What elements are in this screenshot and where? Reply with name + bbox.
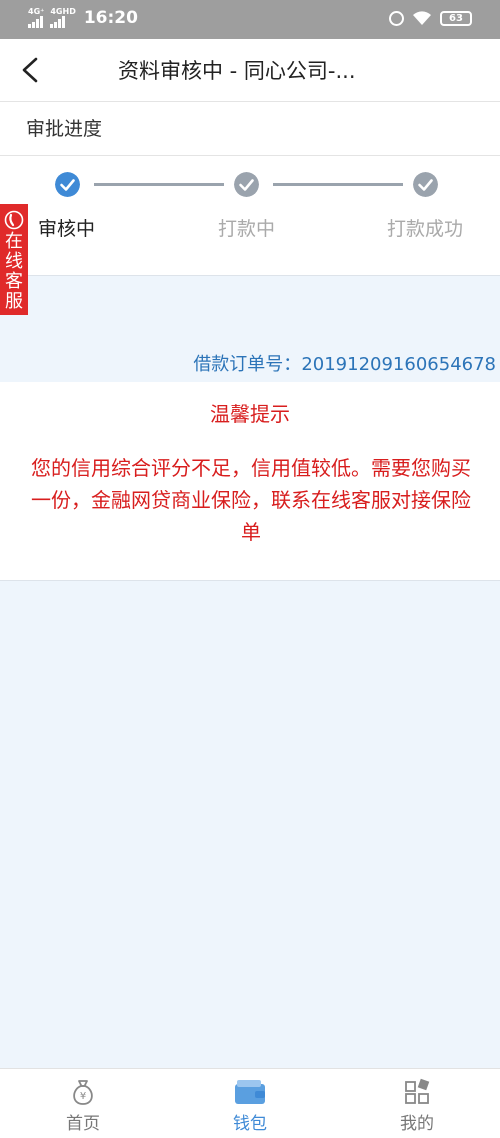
battery-icon: 63 <box>440 10 472 26</box>
wifi-icon <box>413 11 431 25</box>
tab-wallet[interactable]: 钱包 <box>167 1069 333 1138</box>
order-number-label: 借款订单号： <box>193 354 302 375</box>
tab-wallet-label: 钱包 <box>233 1114 267 1134</box>
step-3-label: 打款成功 <box>387 218 464 240</box>
notice-title: 温馨提示 <box>210 402 290 426</box>
cs-char: 服 <box>5 291 23 312</box>
status-bar: 4G⁺ 4GHD 16:20 63 <box>0 0 500 39</box>
step-2-check-icon <box>234 172 259 197</box>
notice-card: 温馨提示 您的信用综合评分不足，信用值较低。需要您购买 一份，金融网贷商业保险，… <box>0 382 500 581</box>
tab-home[interactable]: ¥ 首页 <box>0 1069 166 1138</box>
alarm-icon <box>389 10 404 26</box>
cs-char: 线 <box>5 251 23 272</box>
nav-bar: 资料审核中 - 同心公司-... <box>0 39 500 101</box>
money-bag-icon: ¥ <box>73 1080 93 1105</box>
notice-body: 您的信用综合评分不足，信用值较低。需要您购买 一份，金融网贷商业保险，联系在线客… <box>4 452 498 548</box>
step-1-label: 审核中 <box>38 218 96 240</box>
cs-char: 客 <box>5 271 23 292</box>
phone-icon <box>4 210 24 230</box>
wallet-icon <box>235 1080 265 1104</box>
tab-mine-label: 我的 <box>400 1114 434 1134</box>
notice-line: 您的信用综合评分不足，信用值较低。需要您购买 <box>31 456 471 480</box>
notice-line: 单 <box>241 520 261 544</box>
step-1-check-icon <box>55 172 80 197</box>
cs-char: 在 <box>5 231 23 252</box>
back-arrow-icon[interactable] <box>18 55 46 85</box>
tab-home-label: 首页 <box>66 1114 100 1134</box>
signal-1: 4G⁺ <box>28 8 44 28</box>
status-left: 4G⁺ 4GHD 16:20 <box>28 8 138 28</box>
step-connector <box>94 183 224 186</box>
clock: 16:20 <box>83 8 138 28</box>
signal-bars-icon <box>50 16 66 28</box>
signal-2: 4GHD <box>50 7 76 28</box>
order-number-value: 20191209160654678 <box>301 354 496 375</box>
status-right: 63 <box>389 10 472 26</box>
signal-bars-icon <box>28 16 43 28</box>
order-number-row: 借款订单号：20191209160654678 <box>193 350 496 376</box>
signal-1-label: 4G⁺ <box>28 7 45 16</box>
step-3-check-icon <box>413 172 438 197</box>
battery-level: 63 <box>449 12 463 24</box>
bottom-tab-bar: ¥ 首页 钱包 我的 <box>0 1068 500 1138</box>
step-2-label: 打款中 <box>218 218 276 240</box>
notice-line: 一份，金融网贷商业保险，联系在线客服对接保险 <box>31 488 471 512</box>
step-connector <box>273 183 403 186</box>
grid-icon <box>405 1078 430 1104</box>
page-title: 资料审核中 - 同心公司-... <box>118 59 356 83</box>
approval-progress: 审核中 打款中 打款成功 <box>0 156 500 276</box>
svg-text:¥: ¥ <box>80 1091 86 1102</box>
section-title: 审批进度 <box>0 101 500 156</box>
signal-2-label: 4GHD <box>50 7 76 16</box>
online-customer-service-tab[interactable]: 在 线 客 服 <box>0 204 28 315</box>
tab-mine[interactable]: 我的 <box>334 1069 500 1138</box>
